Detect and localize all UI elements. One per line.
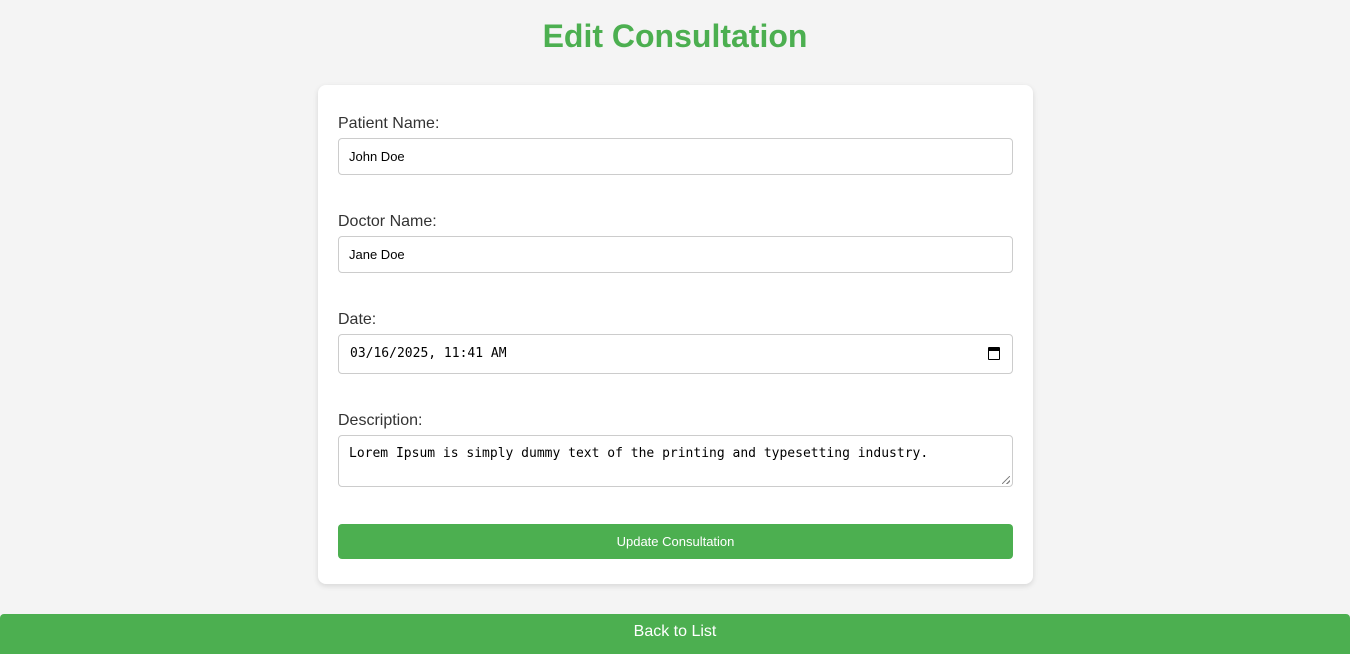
date-value: 03/16/2025, 11:41 AM: [350, 346, 507, 361]
description-value: Lorem Ipsum is simply dummy text of the …: [349, 446, 929, 461]
resize-handle-icon[interactable]: [1002, 476, 1010, 484]
update-consultation-button[interactable]: Update Consultation: [338, 524, 1013, 559]
doctor-name-label: Doctor Name:: [338, 213, 437, 230]
description-textarea[interactable]: Lorem Ipsum is simply dummy text of the …: [338, 435, 1013, 487]
patient-name-input[interactable]: [338, 138, 1013, 175]
edit-consultation-form: Patient Name: Doctor Name: Date: 03/16/2…: [318, 85, 1033, 584]
page-title: Edit Consultation: [542, 18, 808, 54]
date-input[interactable]: 03/16/2025, 11:41 AM: [338, 334, 1013, 374]
back-to-list-link[interactable]: Back to List: [0, 614, 1350, 654]
description-label: Description:: [338, 412, 423, 429]
patient-name-label: Patient Name:: [338, 115, 440, 132]
doctor-name-input[interactable]: [338, 236, 1013, 273]
calendar-icon[interactable]: [988, 347, 1000, 360]
date-label: Date:: [338, 311, 377, 328]
